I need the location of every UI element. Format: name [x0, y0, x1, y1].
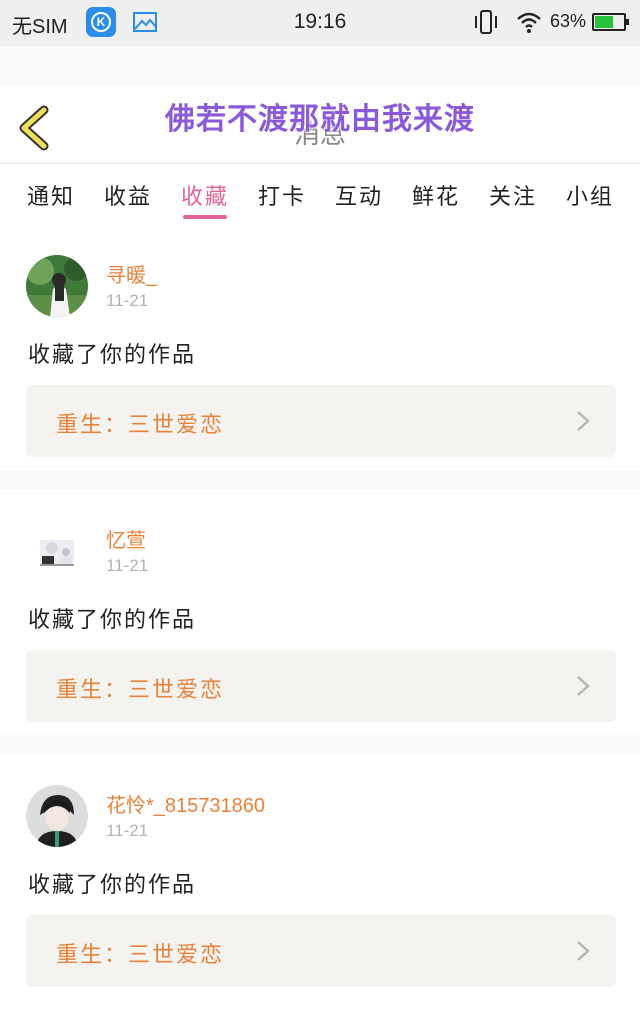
user-name[interactable]: 花怜*_815731860 — [106, 789, 265, 818]
user-name[interactable]: 寻暖_ — [106, 259, 157, 288]
overlay-caption: 佛若不渡那就由我来渡 — [165, 102, 475, 137]
tab-bar: 通知 收益 收藏 打卡 互动 鲜花 关注 小组 — [0, 165, 640, 225]
tab-groups[interactable]: 小组 — [555, 179, 625, 211]
action-text: 收藏了你的作品 — [28, 873, 197, 898]
status-bar: 无SIM K 19:16 63% — [0, 0, 640, 46]
work-title: 重生：三世爱恋 — [56, 943, 225, 968]
work-link[interactable]: 重生：三世爱恋 — [26, 650, 616, 722]
wifi-icon — [517, 12, 541, 33]
tab-flowers[interactable]: 鲜花 — [401, 179, 471, 211]
timestamp: 11-21 — [106, 291, 149, 310]
tab-checkin[interactable]: 打卡 — [247, 179, 317, 211]
vibrate-icon — [475, 10, 497, 34]
action-text: 收藏了你的作品 — [28, 343, 197, 368]
tab-interaction[interactable]: 互动 — [324, 179, 394, 211]
battery-fill — [595, 16, 613, 28]
active-tab-indicator — [183, 215, 227, 219]
list-item: 花怜*_815731860 11-21 收藏了你的作品 重生：三世爱恋 — [0, 755, 640, 995]
tab-favorites[interactable]: 收藏 — [170, 179, 240, 211]
work-link[interactable]: 重生：三世爱恋 — [26, 915, 616, 987]
chevron-right-icon — [577, 941, 590, 961]
avatar[interactable] — [26, 785, 88, 847]
list-item: 寻暖_ 11-21 收藏了你的作品 重生：三世爱恋 — [0, 225, 640, 465]
header-spacer — [0, 46, 640, 86]
avatar[interactable] — [26, 255, 88, 317]
divider — [0, 735, 640, 755]
work-link[interactable]: 重生：三世爱恋 — [26, 385, 616, 457]
user-name[interactable]: 忆萱 — [106, 524, 146, 553]
action-text: 收藏了你的作品 — [28, 608, 197, 633]
timestamp: 11-21 — [106, 821, 149, 840]
divider — [0, 470, 640, 490]
clock: 19:16 — [293, 10, 347, 33]
work-title: 重生：三世爱恋 — [56, 678, 225, 703]
tab-following[interactable]: 关注 — [478, 179, 548, 211]
battery-icon — [592, 13, 629, 31]
list-item: 忆萱 11-21 收藏了你的作品 重生：三世爱恋 — [0, 490, 640, 730]
chevron-right-icon — [577, 411, 590, 431]
battery-percent: 63% — [550, 11, 587, 31]
header: 消息 佛若不渡那就由我来渡 — [0, 86, 640, 164]
timestamp: 11-21 — [106, 556, 149, 575]
tab-notifications[interactable]: 通知 — [16, 179, 86, 211]
tab-earnings[interactable]: 收益 — [93, 179, 163, 211]
avatar[interactable] — [26, 520, 88, 582]
chevron-right-icon — [577, 676, 590, 696]
work-title: 重生：三世爱恋 — [56, 413, 225, 438]
